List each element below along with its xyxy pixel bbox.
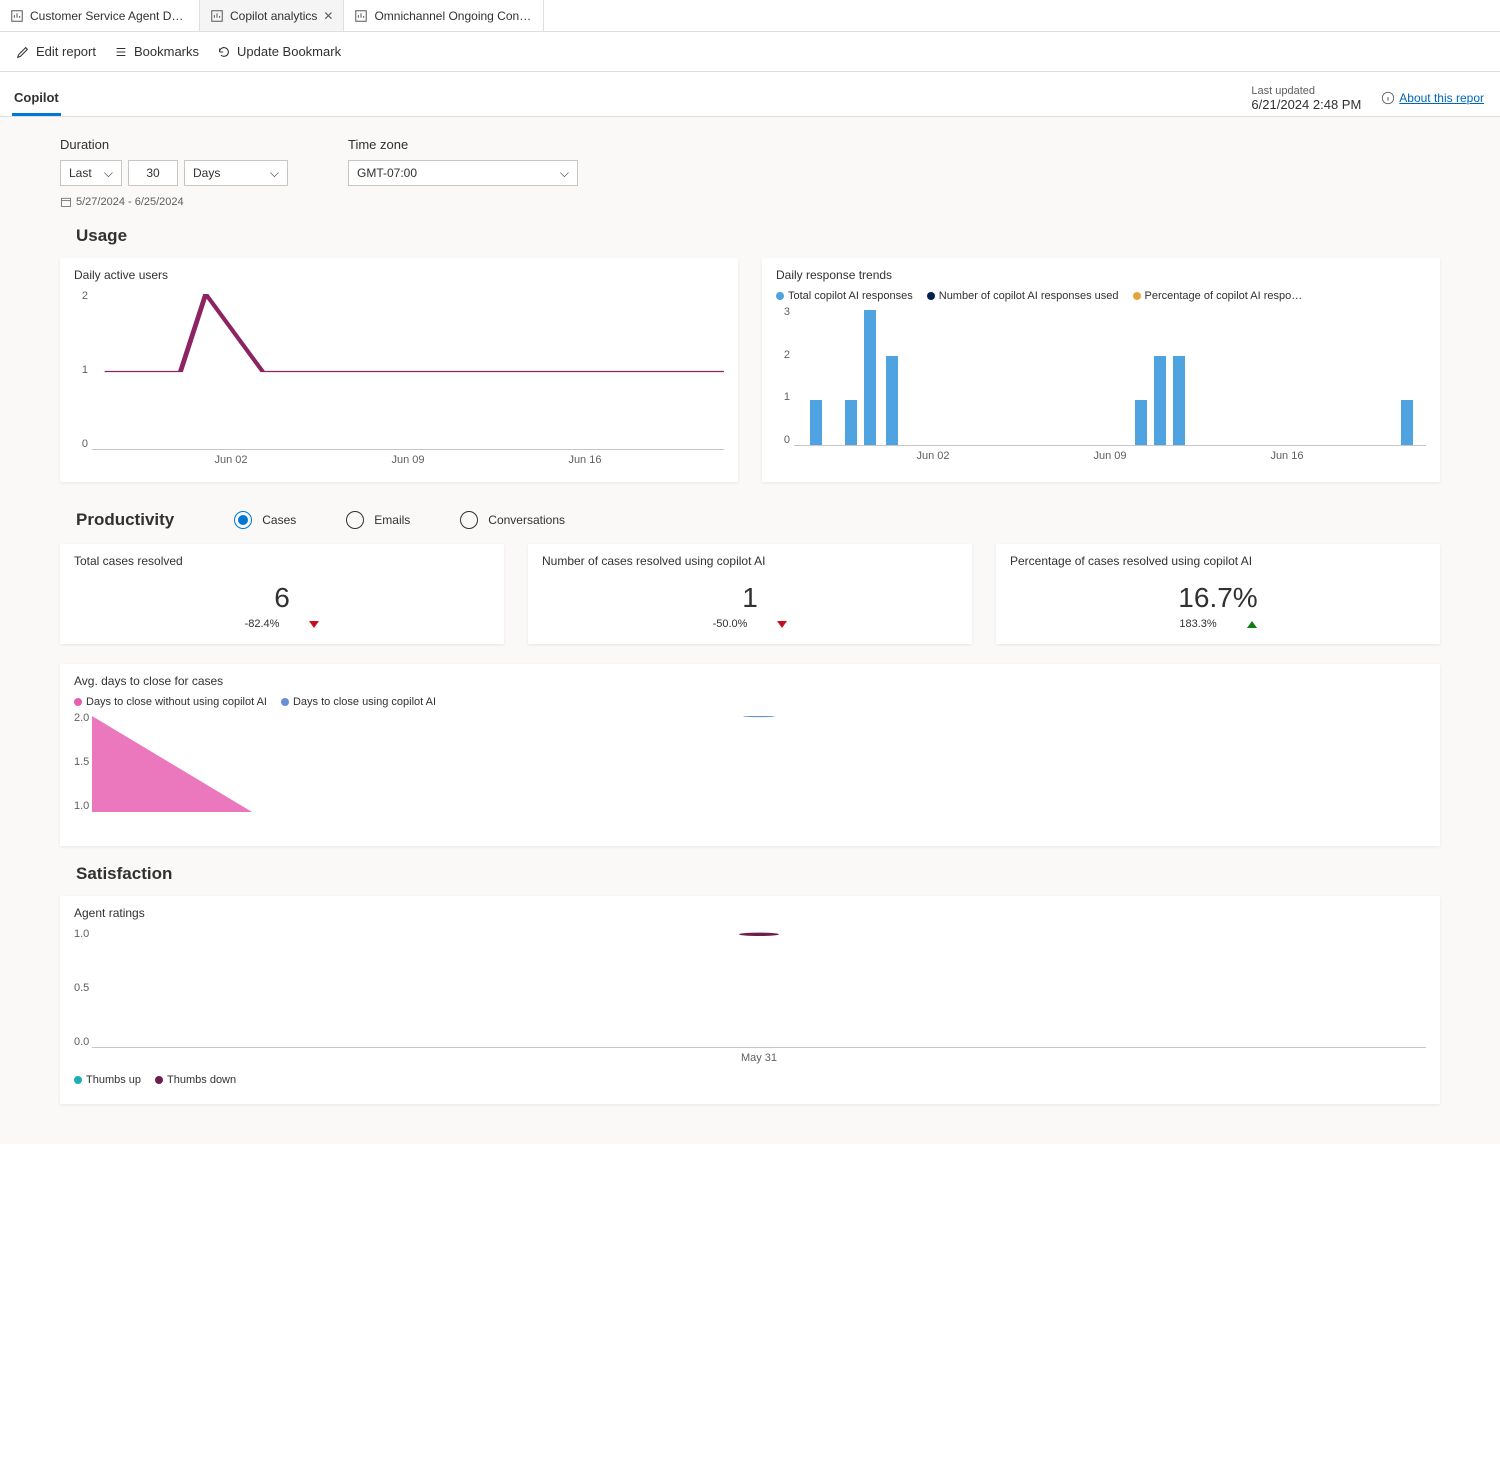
toolbar: Edit report Bookmarks Update Bookmark — [0, 32, 1500, 72]
tab-label: Omnichannel Ongoing Conve… — [374, 9, 533, 23]
section-productivity-title: Productivity — [76, 510, 174, 530]
kpi-row: Total cases resolved 6 -82.4% Number of … — [60, 544, 1440, 644]
pencil-icon — [16, 45, 30, 59]
radio-icon — [460, 511, 478, 529]
drt-legend: Total copilot AI responses Number of cop… — [776, 290, 1426, 302]
last-updated-value: 6/21/2024 2:48 PM — [1251, 97, 1361, 112]
chevron-down-icon: ⌵ — [270, 166, 279, 181]
last-updated-label: Last updated — [1251, 85, 1361, 97]
avg-days-title: Avg. days to close for cases — [74, 674, 1426, 688]
radio-conversations[interactable]: Conversations — [460, 511, 565, 529]
filters: Duration Last⌵ 30 Days⌵ 5/27/2024 - 6/25… — [60, 137, 1440, 208]
avg-days-area — [92, 716, 1426, 812]
agent-ratings-title: Agent ratings — [74, 906, 1426, 920]
date-range: 5/27/2024 - 6/25/2024 — [60, 196, 288, 208]
drt-chart: 3210 Jun 02 Jun 09 Jun 16 — [776, 306, 1426, 466]
duration-last-select[interactable]: Last⌵ — [60, 160, 122, 186]
avg-days-chart: 2.01.51.0 — [74, 712, 1426, 832]
edit-report-button[interactable]: Edit report — [16, 44, 96, 59]
tab-label: Customer Service Agent Dash… — [30, 9, 189, 23]
timezone-label: Time zone — [348, 137, 578, 152]
about-report-link[interactable]: About this repor — [1381, 91, 1484, 105]
tab-customer-service[interactable]: Customer Service Agent Dash… — [0, 0, 200, 31]
kpi-cases-copilot: Number of cases resolved using copilot A… — [528, 544, 972, 644]
timezone-filter: Time zone GMT-07:00⌵ — [348, 137, 578, 208]
trend-down-icon — [777, 621, 787, 628]
last-updated: Last updated 6/21/2024 2:48 PM — [1251, 85, 1361, 112]
chevron-down-icon: ⌵ — [104, 166, 113, 181]
bookmarks-icon — [114, 45, 128, 59]
bookmarks-button[interactable]: Bookmarks — [114, 44, 199, 59]
dau-line — [92, 294, 724, 449]
trend-up-icon — [1247, 621, 1257, 628]
report-icon — [10, 9, 24, 23]
tab-strip: Customer Service Agent Dash… Copilot ana… — [0, 0, 1500, 32]
dau-title: Daily active users — [74, 268, 724, 282]
chevron-down-icon: ⌵ — [560, 166, 569, 181]
duration-label: Duration — [60, 137, 288, 152]
kpi-pct-copilot: Percentage of cases resolved using copil… — [996, 544, 1440, 644]
radio-cases[interactable]: Cases — [234, 511, 296, 529]
tab-omnichannel[interactable]: Omnichannel Ongoing Conve… — [344, 0, 544, 31]
duration-count-input[interactable]: 30 — [128, 160, 178, 186]
close-icon[interactable]: ✕ — [323, 9, 333, 23]
duration-unit-select[interactable]: Days⌵ — [184, 160, 288, 186]
radio-icon — [346, 511, 364, 529]
radio-emails[interactable]: Emails — [346, 511, 410, 529]
edit-report-label: Edit report — [36, 44, 96, 59]
update-bookmark-button[interactable]: Update Bookmark — [217, 44, 341, 59]
productivity-radio-group: Cases Emails Conversations — [234, 511, 565, 529]
info-icon — [1381, 91, 1395, 105]
refresh-icon — [217, 45, 231, 59]
daily-response-trends-card: Daily response trends Total copilot AI r… — [762, 258, 1440, 482]
calendar-icon — [60, 196, 72, 208]
kpi-total-cases: Total cases resolved 6 -82.4% — [60, 544, 504, 644]
drt-bars — [794, 310, 1426, 446]
section-usage-title: Usage — [76, 226, 1440, 246]
report-icon — [354, 9, 368, 23]
about-report-label: About this repor — [1399, 91, 1484, 105]
daily-active-users-card: Daily active users 210 Jun 02 Jun 09 Jun… — [60, 258, 738, 482]
dau-chart: 210 Jun 02 Jun 09 Jun 16 — [74, 290, 724, 470]
radio-icon — [234, 511, 252, 529]
date-range-value: 5/27/2024 - 6/25/2024 — [76, 196, 184, 208]
bookmarks-label: Bookmarks — [134, 44, 199, 59]
duration-filter: Duration Last⌵ 30 Days⌵ 5/27/2024 - 6/25… — [60, 137, 288, 208]
agent-ratings-point — [92, 932, 1426, 1047]
trend-down-icon — [309, 621, 319, 628]
tab-label: Copilot analytics — [230, 9, 317, 23]
agent-ratings-chart: 1.00.50.0 May 31 — [74, 928, 1426, 1068]
section-satisfaction-title: Satisfaction — [76, 864, 1440, 884]
agent-ratings-card: Agent ratings 1.00.50.0 May 31 Thumbs up… — [60, 896, 1440, 1104]
report-icon — [210, 9, 224, 23]
page-tab-copilot[interactable]: Copilot — [12, 80, 61, 116]
report-content: Duration Last⌵ 30 Days⌵ 5/27/2024 - 6/25… — [0, 117, 1500, 1144]
tab-copilot-analytics[interactable]: Copilot analytics ✕ — [200, 0, 344, 31]
page-header: Copilot Last updated 6/21/2024 2:48 PM A… — [0, 72, 1500, 117]
avg-days-card: Avg. days to close for cases Days to clo… — [60, 664, 1440, 846]
timezone-select[interactable]: GMT-07:00⌵ — [348, 160, 578, 186]
update-bookmark-label: Update Bookmark — [237, 44, 341, 59]
drt-title: Daily response trends — [776, 268, 1426, 282]
